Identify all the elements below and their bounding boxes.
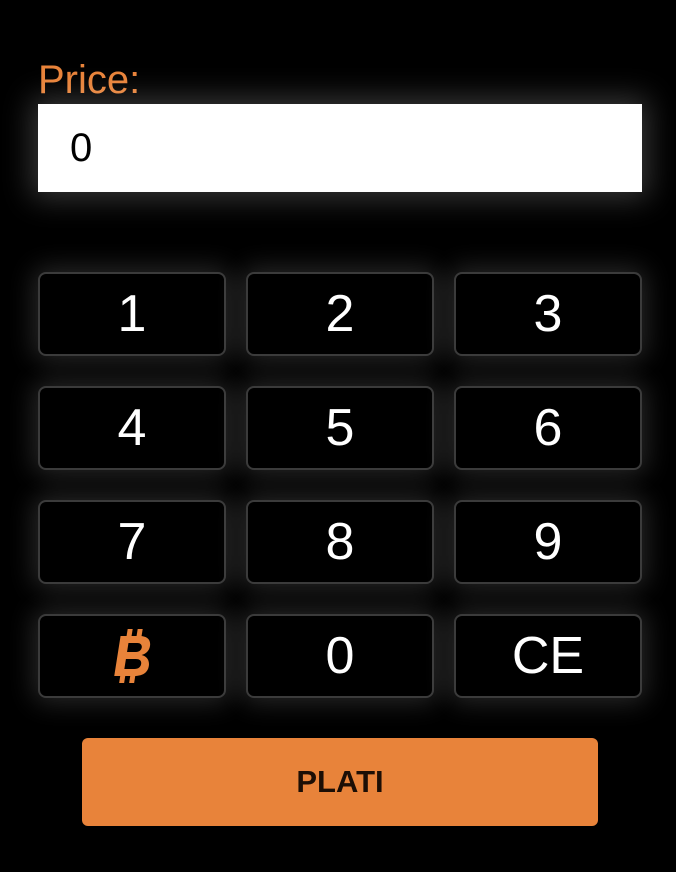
price-input[interactable]: [38, 104, 642, 192]
key-0[interactable]: 0: [246, 614, 434, 698]
key-1[interactable]: 1: [38, 272, 226, 356]
keypad: 1 2 3 4 5 6 7 8 9 0 CE: [38, 272, 642, 698]
key-7[interactable]: 7: [38, 500, 226, 584]
key-6[interactable]: 6: [454, 386, 642, 470]
key-9[interactable]: 9: [454, 500, 642, 584]
bitcoin-key[interactable]: [38, 614, 226, 698]
clear-entry-key[interactable]: CE: [454, 614, 642, 698]
key-8[interactable]: 8: [246, 500, 434, 584]
key-2[interactable]: 2: [246, 272, 434, 356]
key-5[interactable]: 5: [246, 386, 434, 470]
bitcoin-icon: [114, 629, 151, 683]
key-4[interactable]: 4: [38, 386, 226, 470]
pos-screen: Price: 1 2 3 4 5 6 7 8 9 0 CE PLATI: [0, 0, 676, 872]
pay-button[interactable]: PLATI: [82, 738, 598, 826]
key-3[interactable]: 3: [454, 272, 642, 356]
price-label: Price:: [38, 58, 141, 102]
